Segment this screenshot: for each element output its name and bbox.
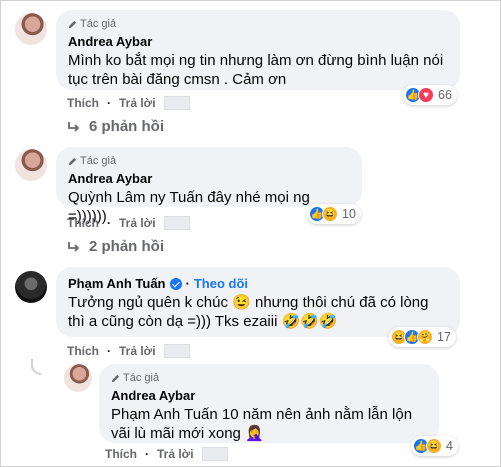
reply-link[interactable]: Trả lời (119, 344, 156, 358)
author-name[interactable]: Andrea Aybar (68, 34, 152, 49)
replies-label[interactable]: 2 phản hồi (89, 238, 164, 255)
comment-text: Mình ko bắt mọi ng tin nhưng làm ơn đừng… (68, 52, 444, 88)
badge-label: Tác giả (80, 155, 117, 167)
reply-link[interactable]: Trả lời (157, 447, 194, 461)
pencil-icon (68, 157, 77, 165)
comment-author: Phạm Anh Tuấn · Theo dõi (68, 276, 448, 291)
mention-link[interactable]: Phạm Anh Tuấn (111, 406, 218, 423)
view-replies[interactable]: 6 phản hồi (67, 118, 164, 135)
care-icon: 🤗 (417, 329, 433, 345)
author-badge: Tác giả (111, 371, 427, 385)
view-replies[interactable]: 2 phản hồi (67, 238, 164, 255)
verified-badge-icon (169, 277, 182, 290)
reply-arrow-icon (68, 121, 80, 132)
mention-link[interactable]: Quỳnh Lâm (68, 189, 146, 206)
author-badge: Tác giả (68, 17, 448, 31)
timestamp-blur (163, 216, 190, 230)
separator: · (107, 216, 111, 230)
comment-actions: Thích · Trả lời (67, 216, 190, 230)
follow-link[interactable]: Theo dõi (194, 276, 248, 291)
separator: · (107, 344, 111, 358)
love-icon: ♥ (418, 87, 434, 103)
comment-author[interactable]: Andrea Aybar (111, 388, 427, 403)
comment-bubble: Tác giả Andrea Aybar Mình ko bắt mọi ng … (56, 10, 460, 90)
reaction-count: 10 (342, 207, 356, 221)
pencil-icon (111, 374, 120, 382)
timestamp-blur (163, 96, 190, 110)
avatar[interactable] (15, 271, 47, 303)
pencil-icon (68, 20, 77, 28)
reaction-summary[interactable]: 👍 😆 4 (411, 436, 458, 456)
comment-author[interactable]: Andrea Aybar (68, 171, 350, 186)
comment-text: Tưởng ngủ quên k chúc 😉 nhưng thôi chú đ… (68, 294, 429, 330)
badge-label: Tác giả (123, 372, 160, 384)
timestamp-blur (163, 344, 190, 358)
replies-label[interactable]: 6 phản hồi (89, 118, 164, 135)
like-link[interactable]: Thích (67, 216, 99, 230)
comment-text: Phạm Anh Tuấn 10 năm nên ảnh nằm lẫn lộn… (111, 405, 427, 443)
like-link[interactable]: Thích (105, 447, 137, 461)
avatar[interactable] (64, 364, 92, 392)
badge-label: Tác giả (80, 18, 117, 30)
comment-bubble: Tác giả Andrea Aybar Phạm Anh Tuấn 10 nă… (99, 364, 439, 443)
comment-actions: Thích · Trả lời (105, 447, 228, 461)
like-link[interactable]: Thích (67, 96, 99, 110)
author-name[interactable]: Phạm Anh Tuấn (68, 276, 166, 291)
separator: · (145, 447, 149, 461)
reaction-summary[interactable]: 😆 👍 🤗 17 (389, 327, 456, 347)
reply-link[interactable]: Trả lời (119, 216, 156, 230)
reaction-count: 4 (446, 439, 453, 453)
reaction-count: 66 (438, 88, 452, 102)
timestamp-blur (201, 447, 228, 461)
author-name[interactable]: Andrea Aybar (111, 388, 195, 403)
author-badge: Tác giả (68, 154, 350, 168)
reaction-summary[interactable]: 👍 ♥ 66 (403, 85, 457, 105)
like-link[interactable]: Thích (67, 344, 99, 358)
comment-actions: Thích · Trả lời (67, 344, 190, 358)
haha-icon: 😆 (322, 206, 338, 222)
comment-bubble: Tác giả Andrea Aybar Quỳnh Lâm ny Tuấn đ… (56, 147, 362, 225)
reply-arrow-icon (68, 241, 80, 252)
reaction-count: 17 (437, 330, 451, 344)
reaction-summary[interactable]: 👍 😆 10 (307, 204, 361, 224)
comment-actions: Thích · Trả lời (67, 96, 190, 110)
comment-author[interactable]: Andrea Aybar (68, 34, 448, 49)
haha-icon: 😆 (426, 438, 442, 454)
avatar[interactable] (15, 13, 47, 45)
thread-connector (31, 359, 41, 375)
separator: · (185, 276, 190, 291)
separator: · (107, 96, 111, 110)
reply-link[interactable]: Trả lời (119, 96, 156, 110)
avatar[interactable] (15, 149, 47, 181)
author-name[interactable]: Andrea Aybar (68, 171, 152, 186)
